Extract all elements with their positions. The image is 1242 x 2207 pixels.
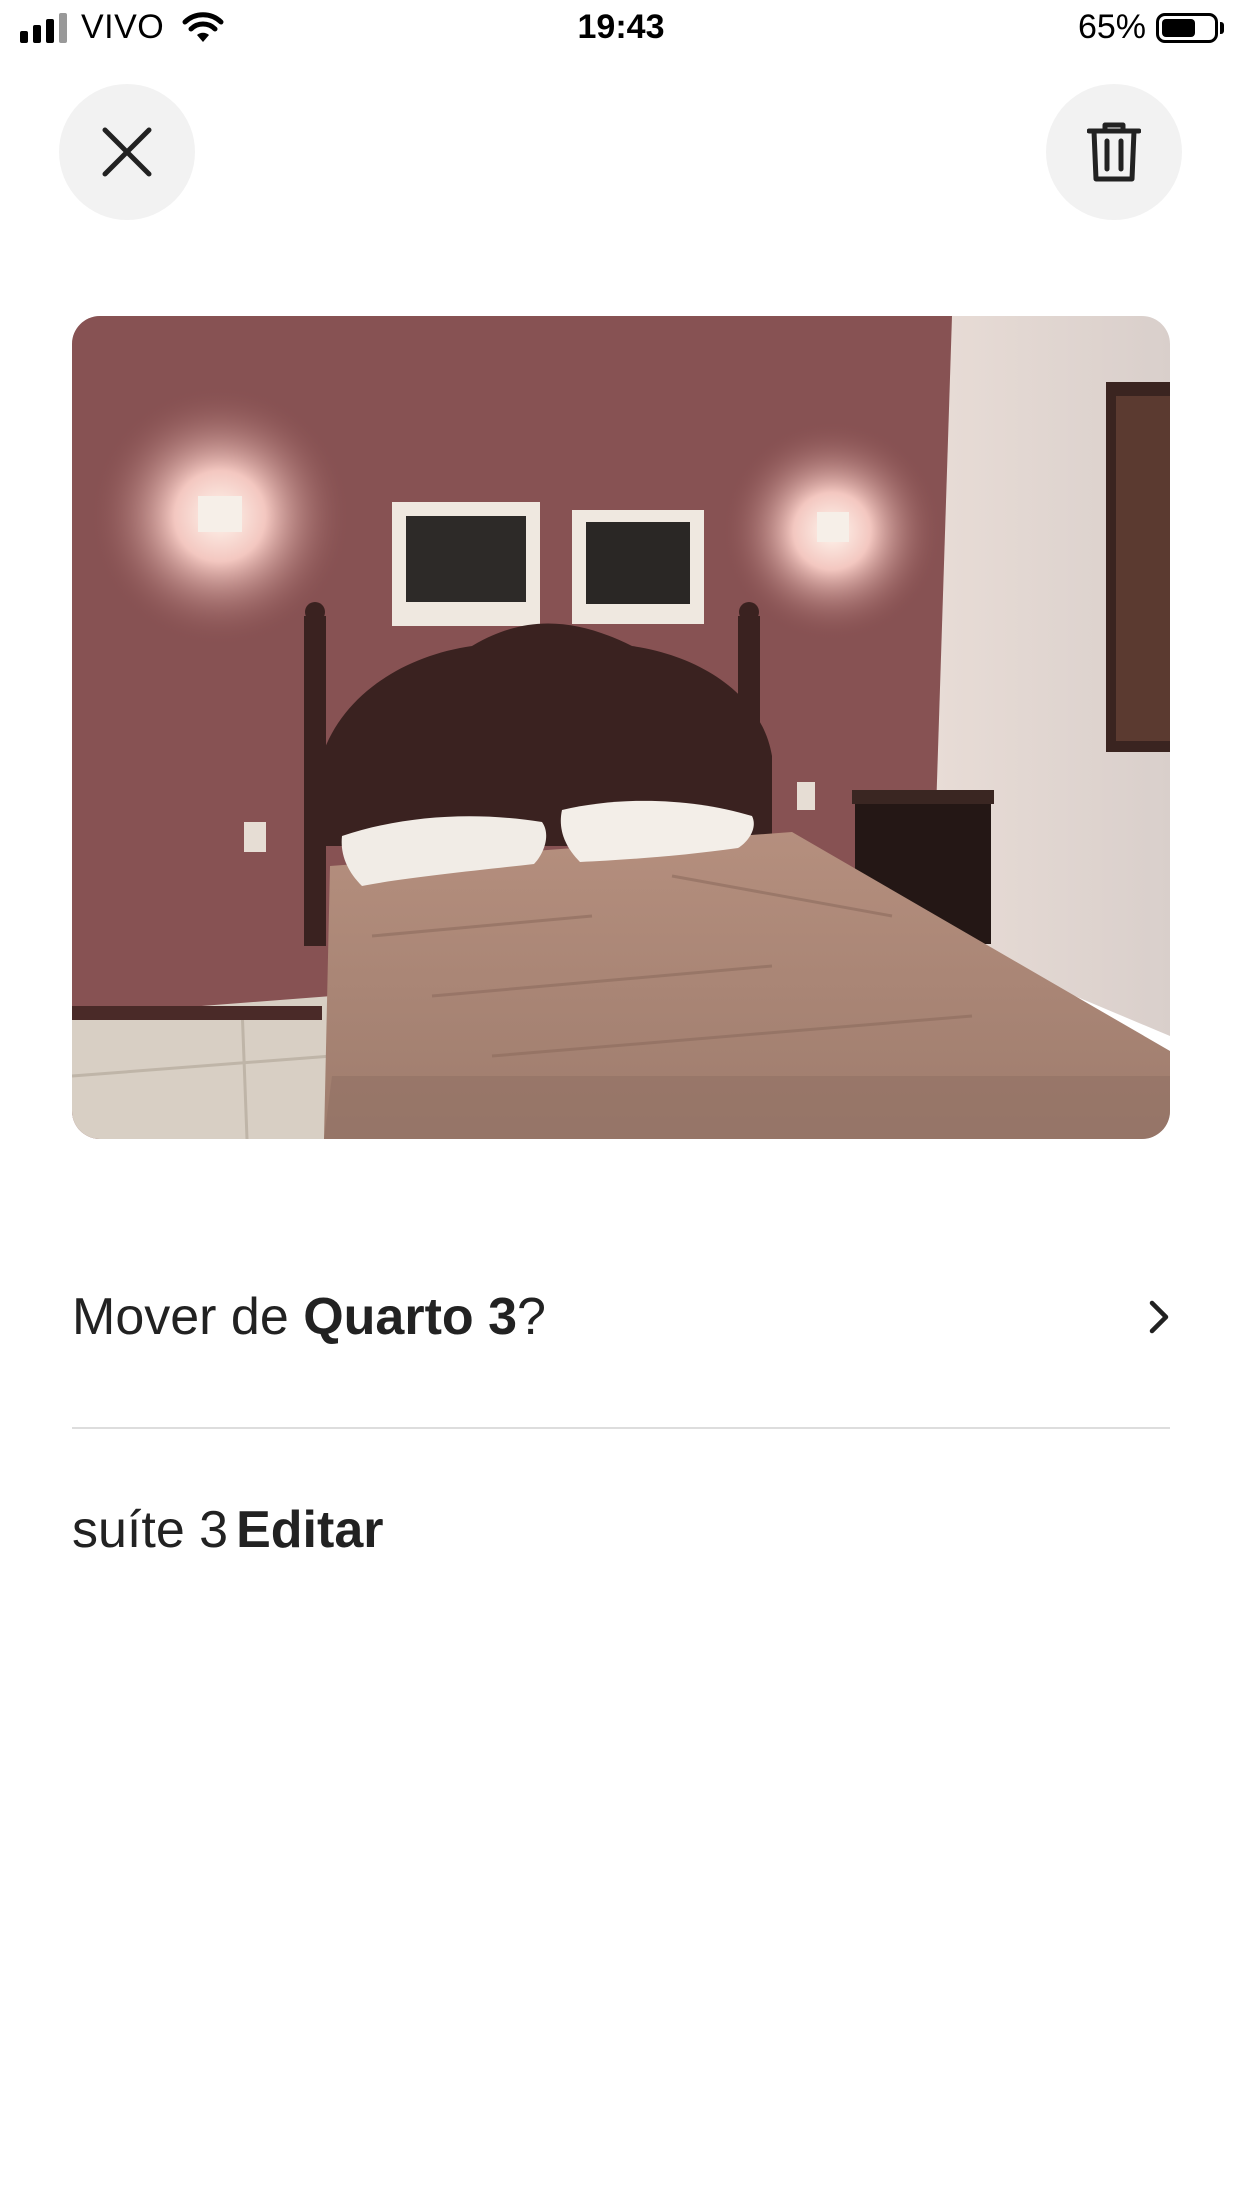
move-prefix: Mover de bbox=[72, 1288, 304, 1346]
battery-percent: 65% bbox=[1077, 8, 1146, 46]
battery-level bbox=[1162, 18, 1195, 37]
battery-icon bbox=[1156, 12, 1218, 43]
bedroom-photo[interactable] bbox=[72, 316, 1170, 1139]
move-suffix: ? bbox=[517, 1288, 546, 1346]
caption-row: suíte 3 Editar bbox=[72, 1500, 383, 1560]
clock: 19:43 bbox=[577, 8, 665, 46]
battery-tip bbox=[1220, 21, 1224, 34]
status-right: 65% bbox=[1078, 8, 1224, 47]
bedroom-photo-image bbox=[72, 316, 1170, 1139]
delete-button[interactable] bbox=[1046, 84, 1182, 220]
caption-text: suíte 3 bbox=[72, 1501, 229, 1559]
room-name: Quarto 3 bbox=[303, 1288, 518, 1346]
move-room-text: Mover de Quarto 3? bbox=[72, 1287, 546, 1347]
status-bar: VIVO 19:43 65% bbox=[0, 0, 1242, 60]
chevron-right-icon bbox=[1149, 1300, 1169, 1334]
close-icon bbox=[102, 127, 152, 177]
close-button[interactable] bbox=[59, 84, 195, 220]
trash-icon bbox=[1087, 122, 1141, 182]
divider bbox=[72, 1427, 1170, 1429]
move-room-row[interactable]: Mover de Quarto 3? bbox=[72, 1276, 1170, 1358]
edit-caption-button[interactable]: Editar bbox=[236, 1501, 383, 1559]
